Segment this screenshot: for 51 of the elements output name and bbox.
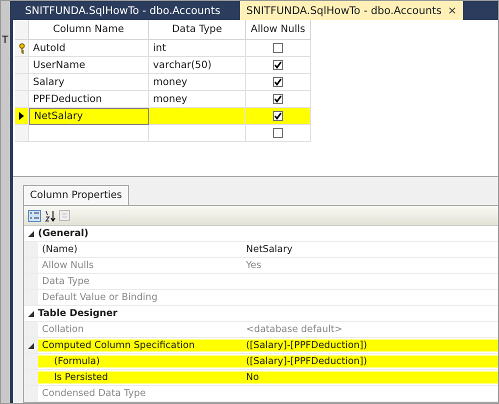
document-tab[interactable]: SNITFUNDA.SqlHowTo - dbo.Accounts: [19, 1, 226, 20]
table-cell: int: [149, 40, 246, 58]
collapse-arrow-icon[interactable]: [28, 342, 34, 348]
category-label: (General): [38, 228, 88, 239]
property-value: ([Salary]-[PPFDeduction]): [246, 356, 368, 367]
table-cell: UserName: [29, 57, 149, 74]
property-row[interactable]: (Name) NetSalary: [24, 242, 498, 258]
document-tab[interactable]: SNITFUNDA.SqlHowTo - dbo.Accounts ×: [240, 1, 463, 20]
table-row[interactable]: UserName varchar(50): [15, 57, 311, 74]
property-name: Computed Column Specification: [42, 340, 195, 351]
property-value: Yes: [246, 260, 262, 271]
property-row[interactable]: (Formula) ([Salary]-[PPFDeduction]): [24, 354, 498, 370]
property-value: <database default>: [246, 324, 342, 335]
table-cell: Salary: [29, 74, 149, 92]
table-row[interactable]: Salary money: [15, 74, 311, 92]
checkbox[interactable]: [273, 43, 283, 54]
table-cell: AutoId: [29, 40, 149, 58]
column-header: Column Name: [29, 20, 149, 40]
property-name: (Formula): [54, 356, 100, 367]
checkbox[interactable]: [273, 111, 283, 122]
property-name: (Name): [42, 244, 78, 255]
property-name: Collation: [42, 324, 84, 335]
category-label: Table Designer: [38, 308, 118, 319]
column-header: Allow Nulls: [246, 20, 311, 40]
collapse-arrow-icon[interactable]: [28, 230, 34, 236]
collapse-arrow-icon[interactable]: [28, 310, 34, 316]
property-value: No: [246, 372, 259, 383]
property-name: Default Value or Binding: [42, 292, 158, 303]
table-cell: NetSalary: [29, 108, 149, 126]
table-cell: money: [149, 74, 246, 92]
categorized-icon[interactable]: [28, 210, 41, 222]
close-icon[interactable]: ×: [448, 4, 457, 17]
property-value: ([Salary]-[PPFDeduction]): [246, 340, 368, 351]
table-row[interactable]: NetSalary: [15, 108, 311, 126]
property-row[interactable]: Computed Column Specification ([Salary]-[PPFDeduction]): [24, 338, 498, 354]
cut-off-text: T: [2, 35, 8, 46]
property-row[interactable]: Is Persisted No: [24, 370, 498, 386]
sort-alphabetical-icon[interactable]: [44, 210, 56, 222]
property-name: Condensed Data Type: [42, 388, 146, 399]
checkbox[interactable]: [273, 77, 283, 88]
column-properties-tab[interactable]: Column Properties: [23, 185, 130, 205]
property-name: Data Type: [42, 276, 90, 287]
checkbox[interactable]: [273, 128, 283, 138]
property-name: Allow Nulls: [42, 260, 94, 271]
table-row[interactable]: AutoId int: [15, 40, 311, 58]
checkbox[interactable]: [273, 94, 283, 104]
property-name: Is Persisted: [54, 372, 108, 383]
checkbox[interactable]: [273, 60, 283, 70]
table-cell: varchar(50): [149, 57, 246, 74]
property-value: NetSalary: [246, 244, 293, 255]
column-header: Data Type: [149, 20, 246, 40]
